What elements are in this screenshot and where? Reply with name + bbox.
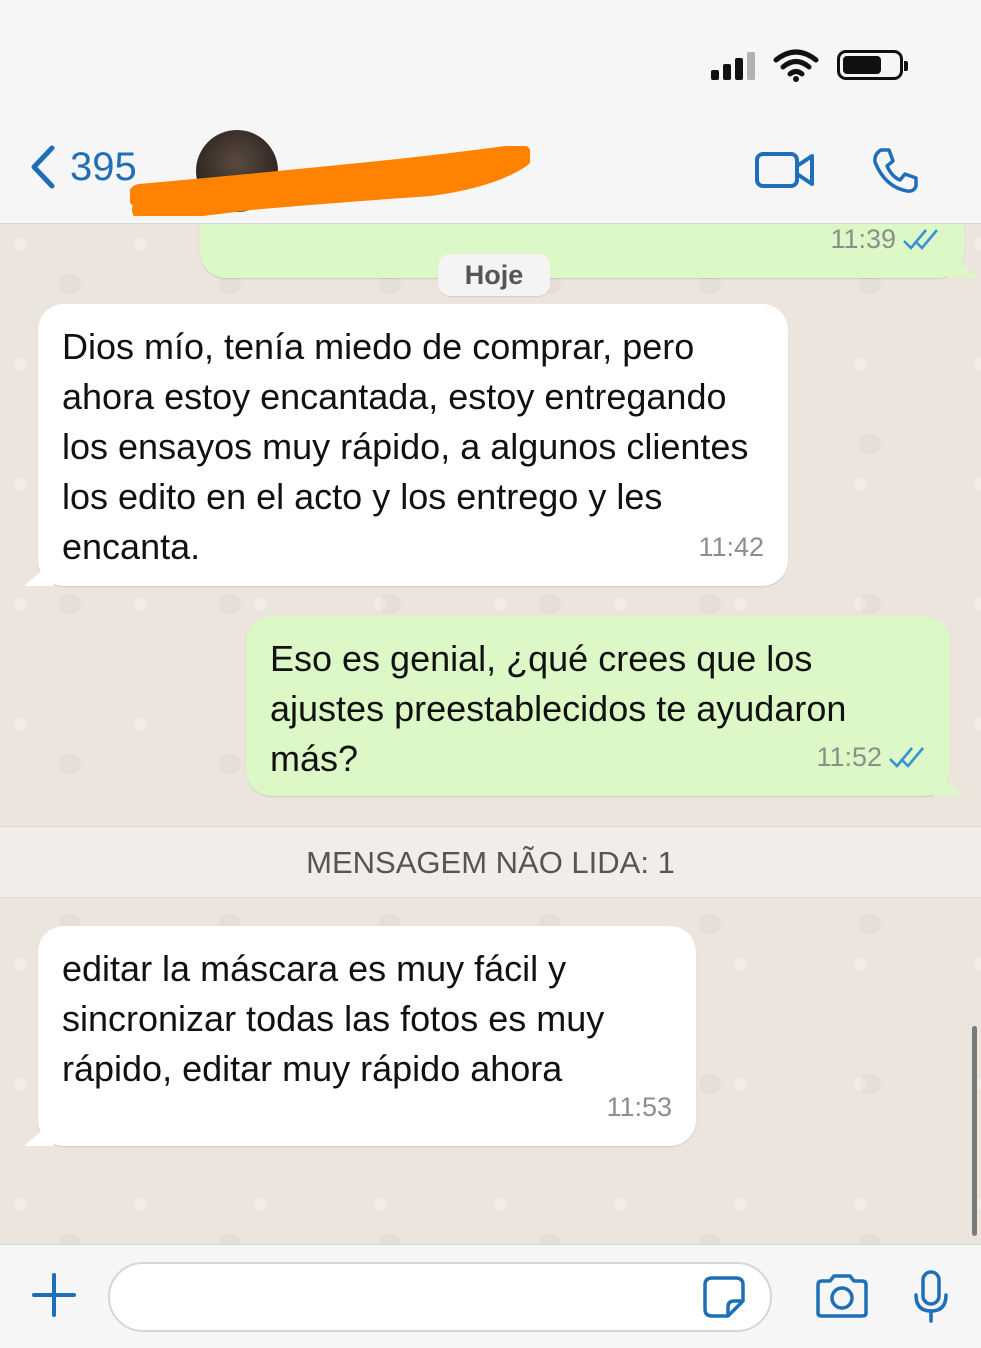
bubble-tail [948, 252, 978, 278]
unread-divider: MENSAGEM NÃO LIDA: 1 [0, 826, 981, 898]
status-icons [711, 48, 908, 82]
status-bar [0, 0, 981, 118]
video-camera-icon[interactable] [755, 150, 815, 190]
message-bubble-outgoing[interactable]: Eso es genial, ¿qué crees que los ajuste… [246, 616, 964, 796]
bubble-tail [24, 560, 54, 586]
date-chip: Hoje [438, 254, 550, 296]
message-bubble-incoming[interactable]: Dios mío, tenía miedo de comprar, pero a… [24, 304, 788, 586]
plus-icon[interactable] [30, 1271, 78, 1319]
message-time: 11:53 [606, 1092, 672, 1122]
camera-icon[interactable] [814, 1273, 870, 1319]
header-actions [755, 146, 919, 194]
double-check-icon [889, 747, 924, 768]
chat-area[interactable]: 11:39 Hoje Dios mío, tenía miedo de comp… [0, 224, 981, 1244]
message-time: 11:42 [698, 532, 764, 562]
microphone-icon[interactable] [912, 1269, 950, 1325]
battery-icon [837, 50, 908, 80]
chat-header: 395 [0, 118, 981, 224]
wifi-icon [773, 49, 819, 82]
unread-count: 395 [70, 144, 137, 189]
composer-bar [0, 1244, 981, 1348]
message-text: editar la máscara es muy fácil y sincron… [62, 948, 605, 1089]
message-input[interactable] [108, 1262, 772, 1332]
redaction-scribble [130, 146, 530, 216]
back-button[interactable]: 395 [28, 144, 137, 190]
phone-icon[interactable] [871, 146, 919, 194]
message-text: Dios mío, tenía miedo de comprar, pero a… [62, 326, 749, 567]
message-bubble-outgoing-partial[interactable]: 11:39 [200, 224, 978, 278]
scrollbar[interactable] [972, 1026, 977, 1236]
cellular-signal-icon [711, 50, 755, 80]
chevron-left-icon [31, 145, 55, 189]
message-bubble-incoming[interactable]: editar la máscara es muy fácil y sincron… [24, 926, 696, 1146]
message-time: 11:52 [816, 732, 926, 782]
bubble-tail [934, 770, 964, 796]
message-time: 11:39 [830, 224, 940, 264]
bubble-tail [24, 1120, 54, 1146]
sticker-icon[interactable] [702, 1275, 746, 1319]
double-check-icon [903, 229, 938, 250]
